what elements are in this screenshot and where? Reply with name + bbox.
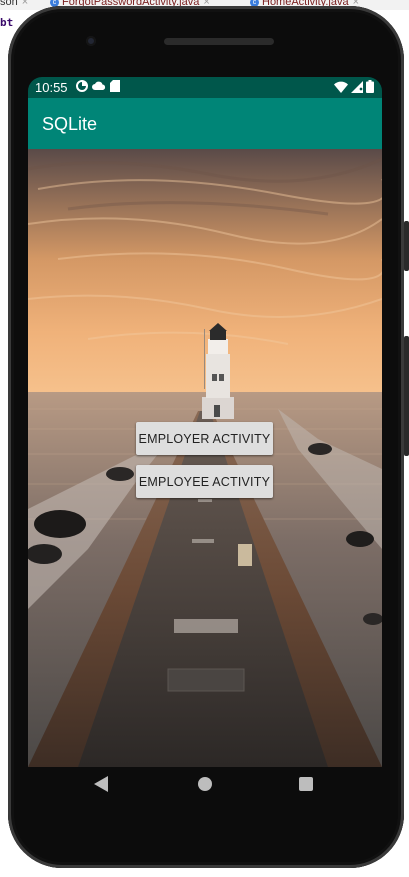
phone-screen: 10:55 SQLite EMPLOYER ACTIVITY EMPLOYEE … xyxy=(28,77,382,767)
ide-code-fragment: bt xyxy=(0,16,14,29)
cloud-icon xyxy=(92,81,106,90)
employee-activity-button[interactable]: EMPLOYEE ACTIVITY xyxy=(136,465,273,498)
employer-activity-button[interactable]: EMPLOYER ACTIVITY xyxy=(136,422,273,455)
battery-icon xyxy=(366,80,374,93)
app-title: SQLite xyxy=(42,114,98,134)
back-icon[interactable] xyxy=(94,776,108,792)
home-icon[interactable] xyxy=(197,776,213,792)
data-saver-icon xyxy=(76,80,88,92)
recents-icon[interactable] xyxy=(299,777,313,791)
volume-button[interactable] xyxy=(404,221,409,271)
status-time: 10:55 xyxy=(35,80,68,95)
status-icons-left xyxy=(76,80,120,92)
main-content: EMPLOYER ACTIVITY EMPLOYEE ACTIVITY xyxy=(28,149,382,767)
power-button[interactable] xyxy=(404,336,409,456)
wifi-icon xyxy=(334,81,348,93)
navigation-bar xyxy=(28,761,382,809)
sd-card-icon xyxy=(110,80,120,92)
signal-icon xyxy=(351,80,363,93)
phone-frame: 10:55 SQLite EMPLOYER ACTIVITY EMPLOYEE … xyxy=(8,6,409,868)
ide-tab-label: son xyxy=(0,0,18,8)
app-bar: SQLite xyxy=(28,98,382,149)
status-bar: 10:55 xyxy=(28,77,382,98)
front-camera xyxy=(86,36,96,46)
ide-tab-son[interactable]: son × xyxy=(0,0,28,8)
earpiece-speaker xyxy=(164,38,274,45)
status-icons-right xyxy=(334,80,374,93)
lighthouse-background-image xyxy=(28,149,382,767)
close-icon[interactable]: × xyxy=(22,0,28,8)
